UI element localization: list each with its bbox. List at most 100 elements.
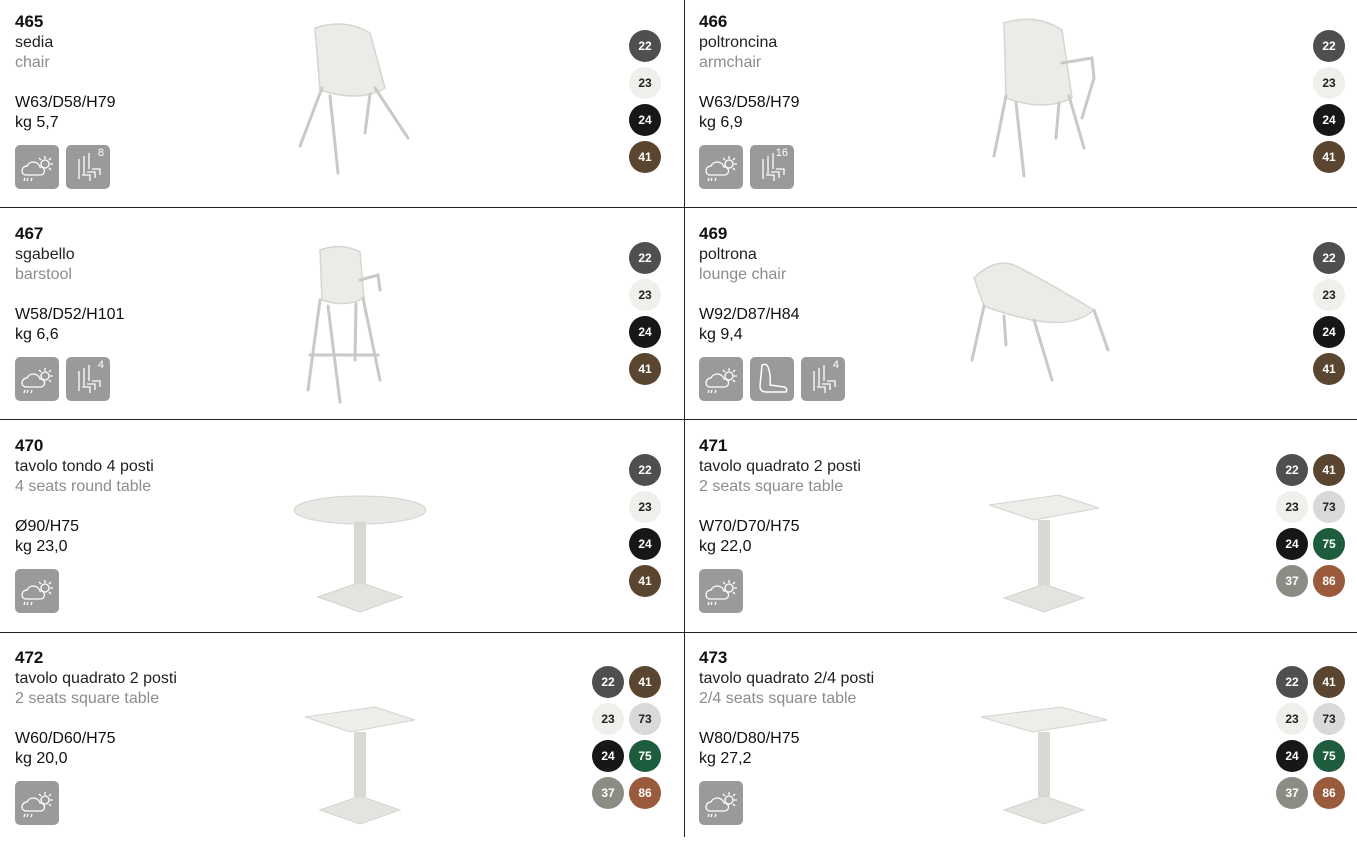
color-swatch-24[interactable]: 24 xyxy=(1276,740,1308,772)
color-swatch-24[interactable]: 24 xyxy=(629,528,661,560)
stack-icon: 16 xyxy=(750,145,794,189)
product-name-en: barstool xyxy=(15,266,72,283)
product-dimensions: W63/D58/H79 xyxy=(699,94,800,111)
feature-icons: 4 xyxy=(699,357,845,401)
color-swatch-73[interactable]: 73 xyxy=(1313,703,1345,735)
product-weight: kg 5,7 xyxy=(15,114,59,131)
color-swatch-24[interactable]: 24 xyxy=(592,740,624,772)
color-swatch-23[interactable]: 23 xyxy=(1276,491,1308,523)
product-name-en: chair xyxy=(15,54,50,71)
color-swatch-37[interactable]: 37 xyxy=(1276,565,1308,597)
product-code: 465 xyxy=(15,12,44,31)
product-name-it: tavolo quadrato 2 posti xyxy=(15,670,177,687)
product-name-en: 2/4 seats square table xyxy=(699,690,857,707)
product-cell-465: 465 sedia chair W63/D58/H79 kg 5,7 8 22 23 24 41 xyxy=(0,0,678,212)
color-swatch-24[interactable]: 24 xyxy=(1313,104,1345,136)
row-divider xyxy=(0,419,684,420)
color-swatch-41[interactable]: 41 xyxy=(629,666,661,698)
color-swatch-23[interactable]: 23 xyxy=(629,491,661,523)
color-swatch-86[interactable]: 86 xyxy=(1313,777,1345,809)
color-swatch-22[interactable]: 22 xyxy=(1313,30,1345,62)
color-swatch-24[interactable]: 24 xyxy=(629,104,661,136)
color-swatch-23[interactable]: 23 xyxy=(1313,67,1345,99)
feature-icons: 8 xyxy=(15,145,110,189)
product-name-it: sedia xyxy=(15,34,54,51)
product-weight: kg 23,0 xyxy=(15,538,68,555)
product-weight: kg 20,0 xyxy=(15,750,68,767)
color-swatch-24[interactable]: 24 xyxy=(1276,528,1308,560)
product-dimensions: W63/D58/H79 xyxy=(15,94,116,111)
color-swatch-23[interactable]: 23 xyxy=(629,67,661,99)
color-swatch-22[interactable]: 22 xyxy=(629,30,661,62)
weather-icon xyxy=(15,569,59,613)
row-divider xyxy=(684,419,1357,420)
color-swatch-86[interactable]: 86 xyxy=(1313,565,1345,597)
weather-icon xyxy=(15,781,59,825)
color-swatch-24[interactable]: 24 xyxy=(1313,316,1345,348)
product-cell-467: 467 sgabello barstool W58/D52/H101 kg 6,6 4 2… xyxy=(0,212,678,424)
product-image-square-table-wide xyxy=(944,644,1144,834)
product-image-square-table xyxy=(944,432,1144,622)
product-code: 469 xyxy=(699,224,728,243)
color-swatch-86[interactable]: 86 xyxy=(629,777,661,809)
color-swatch-73[interactable]: 73 xyxy=(629,703,661,735)
product-name-it: tavolo tondo 4 posti xyxy=(15,458,154,475)
stack-count: 16 xyxy=(775,147,788,159)
color-swatch-41[interactable]: 41 xyxy=(629,353,661,385)
color-swatch-22[interactable]: 22 xyxy=(629,242,661,274)
product-name-it: poltrona xyxy=(699,246,757,263)
product-dimensions: Ø90/H75 xyxy=(15,518,80,535)
color-swatch-22[interactable]: 22 xyxy=(1276,454,1308,486)
product-weight: kg 27,2 xyxy=(699,750,752,767)
row-divider xyxy=(0,207,684,208)
color-swatch-23[interactable]: 23 xyxy=(629,279,661,311)
color-swatch-22[interactable]: 22 xyxy=(592,666,624,698)
color-swatch-24[interactable]: 24 xyxy=(629,316,661,348)
color-swatch-23[interactable]: 23 xyxy=(592,703,624,735)
product-cell-471: 471 tavolo quadrato 2 posti 2 seats square… xyxy=(684,424,1357,636)
color-swatch-22[interactable]: 22 xyxy=(1313,242,1345,274)
product-image-barstool xyxy=(260,220,460,410)
weather-icon xyxy=(15,357,59,401)
stack-icon: 4 xyxy=(66,357,110,401)
product-weight: kg 6,9 xyxy=(699,114,743,131)
color-swatch-41[interactable]: 41 xyxy=(629,141,661,173)
color-swatch-41[interactable]: 41 xyxy=(1313,141,1345,173)
feature-icons xyxy=(699,781,743,825)
product-name-en: 2 seats square table xyxy=(15,690,160,707)
feature-icons: 4 xyxy=(15,357,110,401)
color-swatch-22[interactable]: 22 xyxy=(1276,666,1308,698)
product-dimensions: W58/D52/H101 xyxy=(15,306,125,323)
color-swatch-23[interactable]: 23 xyxy=(1276,703,1308,735)
product-image-lounge-chair xyxy=(944,220,1144,410)
color-swatch-75[interactable]: 75 xyxy=(629,740,661,772)
color-swatch-73[interactable]: 73 xyxy=(1313,491,1345,523)
feature-icons xyxy=(15,781,59,825)
product-dimensions: W60/D60/H75 xyxy=(15,730,116,747)
color-swatch-41[interactable]: 41 xyxy=(1313,353,1345,385)
product-dimensions: W70/D70/H75 xyxy=(699,518,800,535)
product-code: 470 xyxy=(15,436,44,455)
color-swatch-22[interactable]: 22 xyxy=(629,454,661,486)
stack-count: 8 xyxy=(97,147,104,159)
color-swatch-23[interactable]: 23 xyxy=(1313,279,1345,311)
product-name-en: 2 seats square table xyxy=(699,478,844,495)
stack-icon: 8 xyxy=(66,145,110,189)
stack-icon: 4 xyxy=(801,357,845,401)
product-cell-472: 472 tavolo quadrato 2 posti 2 seats square… xyxy=(0,636,678,848)
color-swatch-75[interactable]: 75 xyxy=(1313,528,1345,560)
product-name-en: lounge chair xyxy=(699,266,787,283)
product-code: 467 xyxy=(15,224,44,243)
weather-icon xyxy=(699,357,743,401)
color-swatch-37[interactable]: 37 xyxy=(592,777,624,809)
color-swatch-75[interactable]: 75 xyxy=(1313,740,1345,772)
weather-icon xyxy=(699,569,743,613)
color-swatch-41[interactable]: 41 xyxy=(1313,454,1345,486)
color-swatch-41[interactable]: 41 xyxy=(1313,666,1345,698)
color-swatch-37[interactable]: 37 xyxy=(1276,777,1308,809)
row-divider xyxy=(0,632,684,633)
product-image-chair xyxy=(260,8,460,198)
stack-count: 4 xyxy=(97,359,104,371)
color-swatch-41[interactable]: 41 xyxy=(629,565,661,597)
product-cell-473: 473 tavolo quadrato 2/4 posti 2/4 seats sq… xyxy=(684,636,1357,848)
